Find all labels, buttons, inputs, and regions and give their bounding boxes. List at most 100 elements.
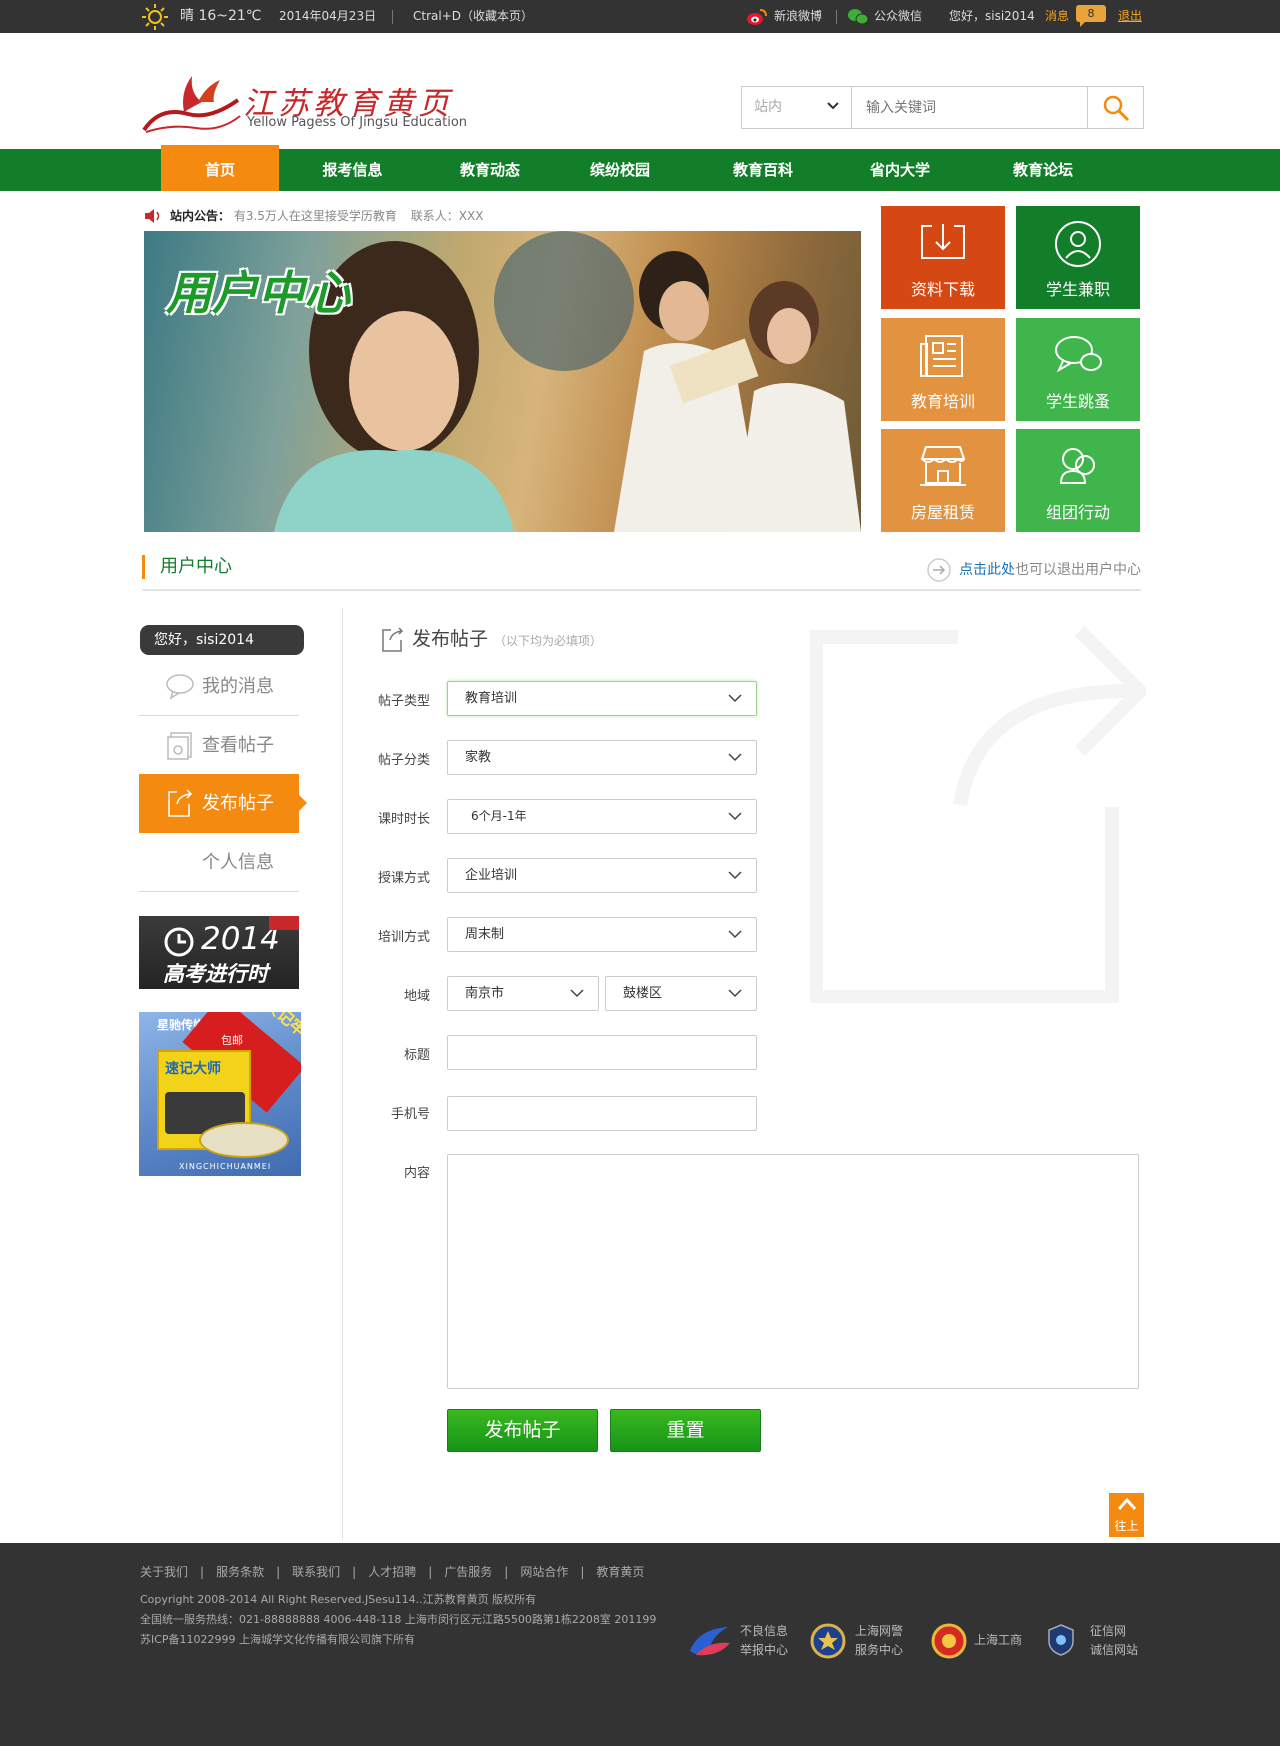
messages-link[interactable]: 消息	[1045, 0, 1069, 33]
region-label: 地域	[403, 989, 430, 1004]
footer-icp: 苏ICP备11022999 上海城学文化传播有限公司旗下所有	[140, 1633, 416, 1646]
search-input[interactable]	[852, 87, 1088, 128]
sidebar-item-label: 查看帖子	[202, 735, 274, 756]
credit-badge-icon	[1048, 1624, 1074, 1656]
nav-home[interactable]: 首页	[161, 145, 279, 191]
city-value: 南京市	[465, 986, 505, 1001]
police-badge-icon	[810, 1623, 846, 1659]
sidebar-item-messages[interactable]: 我的消息	[139, 657, 299, 716]
ad-footer: XINGCHICHUANMEI	[179, 1162, 272, 1171]
form-title-text: 发布帖子	[412, 628, 489, 650]
bookmark-hint[interactable]: Ctral+D（收藏本页）	[413, 0, 533, 33]
nav-edu-news[interactable]: 教育动态	[425, 149, 555, 191]
nav-forum[interactable]: 教育论坛	[978, 149, 1108, 191]
group-icon	[1059, 448, 1095, 484]
sidebar-item-label: 发布帖子	[202, 793, 274, 814]
weibo-icon	[747, 9, 767, 25]
tile-flea-market[interactable]: 学生跳蚤	[1016, 318, 1140, 421]
document-icon	[167, 732, 192, 760]
training-mode-select[interactable]: 周末制	[447, 917, 757, 952]
badge-line1: 上海网警	[855, 1624, 904, 1638]
title-input[interactable]	[447, 1035, 757, 1070]
logout-user-center-link[interactable]: 点击此处	[959, 562, 1015, 578]
content-divider	[342, 608, 343, 1540]
section-divider	[142, 589, 1141, 591]
ad-gaokao-banner[interactable]: 2014 高考进行时	[139, 916, 299, 989]
chevron-down-icon	[570, 989, 584, 998]
chevron-down-icon	[728, 930, 742, 939]
ad-text: 高考进行时	[163, 962, 268, 986]
badge-line2: 举报中心	[740, 1643, 789, 1657]
tile-label: 资料下载	[910, 280, 975, 299]
footer-link-jobs[interactable]: 人才招聘	[368, 1565, 416, 1579]
duration-label: 课时时长	[377, 812, 430, 827]
divider: |	[200, 1565, 205, 1579]
footer-link-yellow-pages[interactable]: 教育黄页	[596, 1565, 644, 1579]
district-select[interactable]: 鼓楼区	[605, 976, 757, 1011]
tile-rental[interactable]: 房屋租赁	[881, 429, 1005, 532]
back-to-top-button[interactable]: 往上	[1109, 1493, 1144, 1537]
store-icon	[920, 446, 966, 486]
footer-link-about[interactable]: 关于我们	[140, 1565, 188, 1579]
wechat-link[interactable]: 公众微信	[874, 0, 922, 33]
report-center-icon	[690, 1627, 730, 1656]
search-box: 站内	[741, 86, 1144, 129]
tile-training[interactable]: 教育培训	[881, 318, 1005, 421]
city-select[interactable]: 南京市	[447, 976, 599, 1011]
nav-exam-info[interactable]: 报考信息	[290, 149, 415, 191]
footer-link-ads[interactable]: 广告服务	[444, 1565, 492, 1579]
sidebar-item-profile[interactable]: 个人信息	[139, 833, 299, 892]
clock-icon	[164, 927, 194, 957]
logout-link[interactable]: 退出	[1118, 0, 1142, 33]
nav-edu-wiki[interactable]: 教育百科	[698, 149, 828, 191]
footer-link-partners[interactable]: 网站合作	[520, 1565, 568, 1579]
submit-post-button[interactable]: 发布帖子	[447, 1409, 598, 1452]
tile-part-time[interactable]: 学生兼职	[1016, 206, 1140, 309]
post-type-label: 帖子类型	[377, 694, 430, 709]
search-button[interactable]	[1087, 87, 1143, 128]
title-label: 标题	[403, 1048, 430, 1063]
phone-input[interactable]	[447, 1096, 757, 1131]
search-scope-value: 站内	[754, 99, 782, 115]
district-value: 鼓楼区	[623, 986, 663, 1001]
nav-universities[interactable]: 省内大学	[835, 149, 965, 191]
tile-download[interactable]: 资料下载	[881, 206, 1005, 309]
teaching-mode-select[interactable]: 企业培训	[447, 858, 757, 893]
duration-value: 6个月-1年	[471, 809, 527, 823]
logout-hint-text: 也可以退出用户中心	[1015, 562, 1141, 578]
back-to-top-label: 往上	[1114, 1519, 1139, 1533]
hero-banner[interactable]: 用户中心	[144, 231, 861, 532]
divider	[392, 10, 393, 24]
post-type-select[interactable]: 教育培训	[447, 681, 757, 716]
reset-button[interactable]: 重置	[610, 1409, 761, 1452]
notice-contact: 联系人：XXX	[410, 209, 484, 223]
content-label: 内容	[403, 1166, 430, 1181]
search-scope-select[interactable]: 站内	[742, 87, 852, 128]
logout-hint: 点击此处也可以退出用户中心	[927, 557, 1141, 583]
post-type-value: 教育培训	[465, 691, 518, 706]
footer-link-contact[interactable]: 联系我们	[292, 1565, 340, 1579]
newspaper-icon	[920, 335, 963, 377]
chat-icon	[166, 674, 194, 700]
post-category-select[interactable]: 家教	[447, 740, 757, 775]
sidebar-item-view-posts[interactable]: 查看帖子	[139, 716, 299, 775]
footer-link-terms[interactable]: 服务条款	[216, 1565, 264, 1579]
tile-label: 组团行动	[1045, 503, 1110, 522]
duration-select[interactable]: 6个月-1年	[447, 799, 757, 834]
sidebar-item-label: 我的消息	[202, 676, 274, 697]
chevron-down-icon	[728, 871, 742, 880]
divider: |	[504, 1565, 509, 1579]
nav-campus[interactable]: 缤纷校园	[555, 149, 685, 191]
notice-text[interactable]: 有3.5万人在这里接受学历教育	[234, 209, 397, 223]
notice-label: 站内公告：	[170, 209, 231, 223]
publish-watermark-icon	[810, 626, 1146, 1003]
tile-group-action[interactable]: 组团行动	[1016, 429, 1140, 532]
banner-title: 用户中心	[166, 266, 350, 320]
ad-memory-master[interactable]: 星驰传媒 7天记牢一学科 包邮 速记大师 XINGCHICHUANMEI	[139, 1012, 301, 1176]
site-logo[interactable]: 江苏教育黄页 Yellow Pagess Of Jingsu Education	[140, 72, 480, 137]
content-textarea[interactable]	[447, 1154, 1139, 1389]
badge-line2: 诚信网站	[1090, 1643, 1139, 1657]
sidebar-item-publish-post[interactable]: 发布帖子	[139, 774, 307, 833]
message-count-badge[interactable]: 8	[1076, 5, 1106, 27]
weibo-link[interactable]: 新浪微博	[774, 0, 822, 33]
